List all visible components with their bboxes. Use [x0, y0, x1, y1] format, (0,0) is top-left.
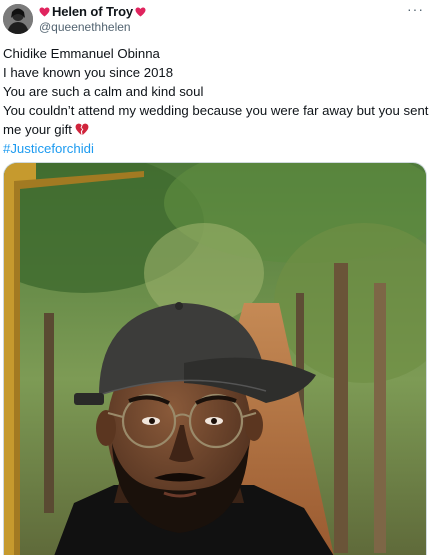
tweet-line: I have known you since 2018 [3, 65, 174, 80]
tweet-line: You are such a calm and kind soul [3, 84, 204, 99]
avatar[interactable] [3, 4, 33, 34]
heart-icon [135, 6, 146, 17]
tweet-card[interactable]: Helen of Troy @queenethhelen ··· Chidike… [0, 0, 430, 555]
photo-image [4, 163, 426, 555]
heart-icon [39, 6, 50, 17]
tweet-line-with-emoji: me your gift [3, 120, 427, 139]
tweet-line: Chidike Emmanuel Obinna [3, 46, 160, 61]
hashtag-link[interactable]: #Justiceforchidi [3, 141, 94, 156]
more-options-icon[interactable]: ··· [407, 2, 424, 16]
tweet-line: You couldn’t attend my wedding because y… [3, 103, 429, 118]
tweet-text: Chidike Emmanuel Obinna I have known you… [3, 44, 429, 158]
author-handle[interactable]: @queenethhelen [39, 20, 131, 34]
broken-heart-icon [75, 123, 89, 136]
display-name[interactable]: Helen of Troy [52, 4, 133, 19]
tweet-photo[interactable] [3, 162, 427, 555]
author-name-row[interactable]: Helen of Troy [39, 4, 146, 19]
